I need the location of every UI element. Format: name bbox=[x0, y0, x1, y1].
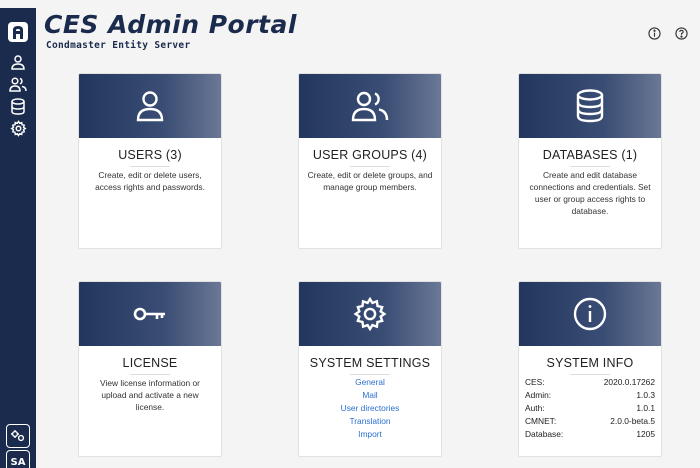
card-license-desc: View license information or upload and a… bbox=[100, 378, 200, 412]
sidebar-item-settings[interactable] bbox=[8, 118, 28, 138]
gear-icon bbox=[9, 119, 27, 137]
app-logo[interactable] bbox=[6, 20, 30, 44]
page-subtitle: Condmaster Entity Server bbox=[46, 40, 191, 51]
link-translation[interactable]: Translation bbox=[299, 415, 441, 428]
gear-icon bbox=[353, 296, 387, 332]
card-databases: DATABASES (1) Create and edit database c… bbox=[518, 73, 662, 249]
card-system-info-banner[interactable] bbox=[519, 282, 661, 346]
link-import[interactable]: Import bbox=[299, 428, 441, 441]
info-label: CMNET: bbox=[525, 416, 557, 426]
card-user-groups-banner[interactable] bbox=[299, 74, 441, 138]
card-users: USERS (3) Create, edit or delete users, … bbox=[78, 73, 222, 249]
card-system-settings-title[interactable]: SYSTEM SETTINGS bbox=[299, 356, 441, 370]
card-users-desc: Create, edit or delete users, access rig… bbox=[95, 170, 205, 192]
sidebar: SA bbox=[0, 8, 36, 468]
database-icon bbox=[576, 89, 604, 123]
card-user-groups-title[interactable]: USER GROUPS (4) bbox=[299, 148, 441, 162]
info-value: 2020.0.17262 bbox=[603, 377, 655, 387]
info-value: 1.0.3 bbox=[636, 390, 655, 400]
card-user-groups-desc: Create, edit or delete groups, and manag… bbox=[307, 170, 433, 192]
link-user-directories[interactable]: User directories bbox=[299, 402, 441, 415]
sidebar-item-databases[interactable] bbox=[8, 96, 28, 116]
info-label: Admin: bbox=[525, 390, 552, 400]
info-value: 1.0.1 bbox=[636, 403, 655, 413]
card-license: LICENSE View license information or uplo… bbox=[78, 281, 222, 457]
info-icon bbox=[647, 26, 661, 40]
card-system-settings-banner[interactable] bbox=[299, 282, 441, 346]
card-users-banner[interactable] bbox=[79, 74, 221, 138]
card-license-title[interactable]: LICENSE bbox=[79, 356, 221, 370]
sidebar-item-users[interactable] bbox=[8, 52, 28, 72]
user-icon bbox=[11, 55, 25, 70]
info-icon bbox=[573, 297, 607, 331]
info-row: Auth: 1.0.1 bbox=[525, 402, 655, 415]
card-databases-desc: Create and edit database connections and… bbox=[529, 170, 651, 216]
info-value: 1205 bbox=[636, 429, 655, 439]
link-mail[interactable]: Mail bbox=[299, 389, 441, 402]
card-system-info: SYSTEM INFO CES: 2020.0.17262 Admin: 1.0.3… bbox=[518, 281, 662, 457]
user-icon bbox=[136, 91, 164, 122]
users-icon bbox=[9, 77, 27, 92]
key-icon bbox=[133, 307, 165, 321]
system-info-table: CES: 2020.0.17262 Admin: 1.0.3 Auth: 1.0.1 … bbox=[519, 375, 661, 441]
card-databases-title[interactable]: DATABASES (1) bbox=[519, 148, 661, 162]
info-label: Auth: bbox=[525, 403, 545, 413]
user-badge[interactable]: SA bbox=[6, 450, 30, 468]
card-databases-banner[interactable] bbox=[519, 74, 661, 138]
info-button[interactable] bbox=[647, 26, 661, 40]
info-row: Database: 1205 bbox=[525, 428, 655, 441]
info-row: CES: 2020.0.17262 bbox=[525, 376, 655, 389]
info-row: CMNET: 2.0.0-beta.5 bbox=[525, 415, 655, 428]
users-icon bbox=[351, 91, 389, 122]
card-user-groups: USER GROUPS (4) Create, edit or delete g… bbox=[298, 73, 442, 249]
help-button[interactable] bbox=[674, 26, 688, 40]
sidebar-bottom-tool[interactable] bbox=[6, 424, 30, 448]
help-icon bbox=[674, 26, 688, 40]
settings-links: General Mail User directories Translatio… bbox=[299, 375, 441, 441]
link-general[interactable]: General bbox=[299, 376, 441, 389]
database-icon bbox=[11, 97, 25, 115]
info-label: Database: bbox=[525, 429, 564, 439]
info-row: Admin: 1.0.3 bbox=[525, 389, 655, 402]
info-value: 2.0.0-beta.5 bbox=[610, 416, 655, 426]
card-system-info-title[interactable]: SYSTEM INFO bbox=[519, 356, 661, 370]
card-license-banner[interactable] bbox=[79, 282, 221, 346]
page-title: CES Admin Portal bbox=[44, 10, 297, 39]
sidebar-item-groups[interactable] bbox=[8, 74, 28, 94]
cog-users-icon bbox=[11, 430, 25, 442]
card-system-settings: SYSTEM SETTINGS General Mail User direct… bbox=[298, 281, 442, 457]
info-label: CES: bbox=[525, 377, 545, 387]
card-users-title[interactable]: USERS (3) bbox=[79, 148, 221, 162]
